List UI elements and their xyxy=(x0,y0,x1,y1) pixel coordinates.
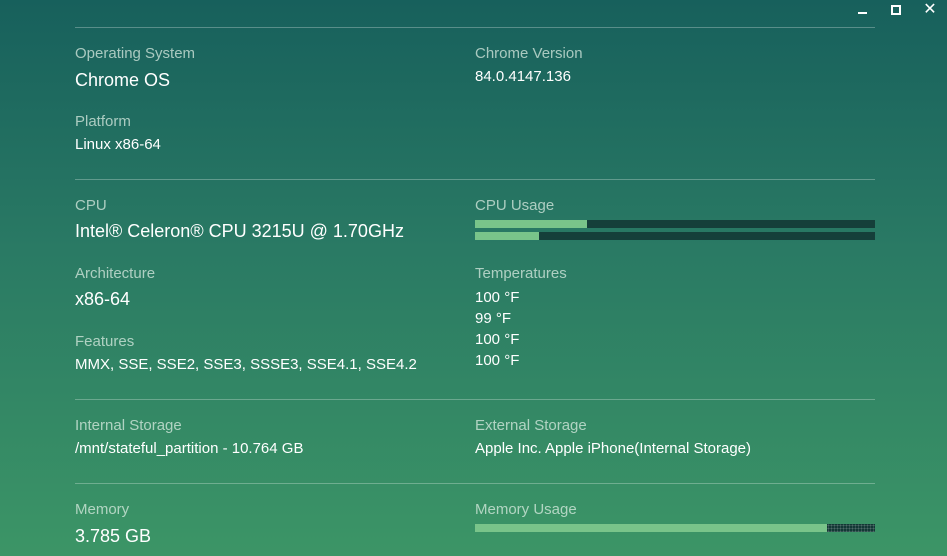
architecture-value: x86-64 xyxy=(75,289,131,309)
cpu-usage-block: CPU Usage xyxy=(475,197,554,215)
cpu-block: CPU Intel® Celeron® CPU 3215U @ 1.70GHz xyxy=(75,197,404,242)
window-controls: ✕ xyxy=(845,0,947,20)
memory-block: Memory 3.785 GB xyxy=(75,501,151,547)
memory-usage-bar xyxy=(475,524,875,532)
external-storage-block: External Storage Apple Inc. Apple iPhone… xyxy=(475,417,751,459)
architecture-block: Architecture x86-64 xyxy=(75,265,155,310)
external-storage-label: External Storage xyxy=(475,417,587,434)
platform-block: Platform Linux x86-64 xyxy=(75,113,161,155)
temperature-value: 100 °F xyxy=(475,331,520,348)
cpu-usage-bar-core-2 xyxy=(475,232,875,240)
cpu-usage-fill-core-2 xyxy=(475,232,539,240)
close-button[interactable]: ✕ xyxy=(913,0,947,20)
internal-storage-value: /mnt/stateful_partition - 10.764 GB xyxy=(75,440,304,457)
chrome-version-block: Chrome Version 84.0.4147.136 xyxy=(475,45,583,87)
features-label: Features xyxy=(75,333,135,350)
cpu-value: Intel® Celeron® CPU 3215U @ 1.70GHz xyxy=(75,221,404,241)
cpu-usage-fill-core-1 xyxy=(475,220,587,228)
section-divider xyxy=(75,179,875,180)
temperatures-block: Temperatures 100 °F 99 °F 100 °F 100 °F xyxy=(475,263,567,371)
maximize-icon xyxy=(891,5,901,15)
close-icon: ✕ xyxy=(923,1,937,18)
minimize-button[interactable] xyxy=(845,0,879,20)
memory-value: 3.785 GB xyxy=(75,526,152,546)
maximize-button[interactable] xyxy=(879,0,913,20)
platform-value: Linux x86-64 xyxy=(75,136,161,153)
section-divider xyxy=(75,27,875,28)
minimize-icon xyxy=(857,12,867,14)
cpu-label: CPU xyxy=(75,197,107,214)
section-divider xyxy=(75,399,875,400)
os-block: Operating System Chrome OS xyxy=(75,45,195,91)
platform-label: Platform xyxy=(75,113,131,130)
os-label: Operating System xyxy=(75,45,196,62)
memory-usage-fill xyxy=(475,524,827,532)
temperature-value: 99 °F xyxy=(475,310,512,327)
temperatures-label: Temperatures xyxy=(475,265,567,282)
features-value: MMX, SSE, SSE2, SSE3, SSSE3, SSE4.1, SSE… xyxy=(75,356,417,373)
memory-usage-label: Memory Usage xyxy=(475,501,577,518)
cpu-usage-bar-core-1 xyxy=(475,220,875,228)
temperature-value: 100 °F xyxy=(475,352,520,369)
memory-usage-block: Memory Usage xyxy=(475,501,577,519)
internal-storage-label: Internal Storage xyxy=(75,417,182,434)
memory-label: Memory xyxy=(75,501,130,518)
memory-usage-remaining xyxy=(827,524,875,532)
section-divider xyxy=(75,483,875,484)
architecture-label: Architecture xyxy=(75,265,156,282)
cpu-usage-label: CPU Usage xyxy=(475,197,555,214)
chrome-version-value: 84.0.4147.136 xyxy=(475,68,571,85)
temperature-value: 100 °F xyxy=(475,289,520,306)
os-value: Chrome OS xyxy=(75,70,171,90)
external-storage-value: Apple Inc. Apple iPhone(Internal Storage… xyxy=(475,440,752,457)
features-block: Features MMX, SSE, SSE2, SSE3, SSSE3, SS… xyxy=(75,333,417,375)
chrome-version-label: Chrome Version xyxy=(475,45,583,62)
internal-storage-block: Internal Storage /mnt/stateful_partition… xyxy=(75,417,303,459)
